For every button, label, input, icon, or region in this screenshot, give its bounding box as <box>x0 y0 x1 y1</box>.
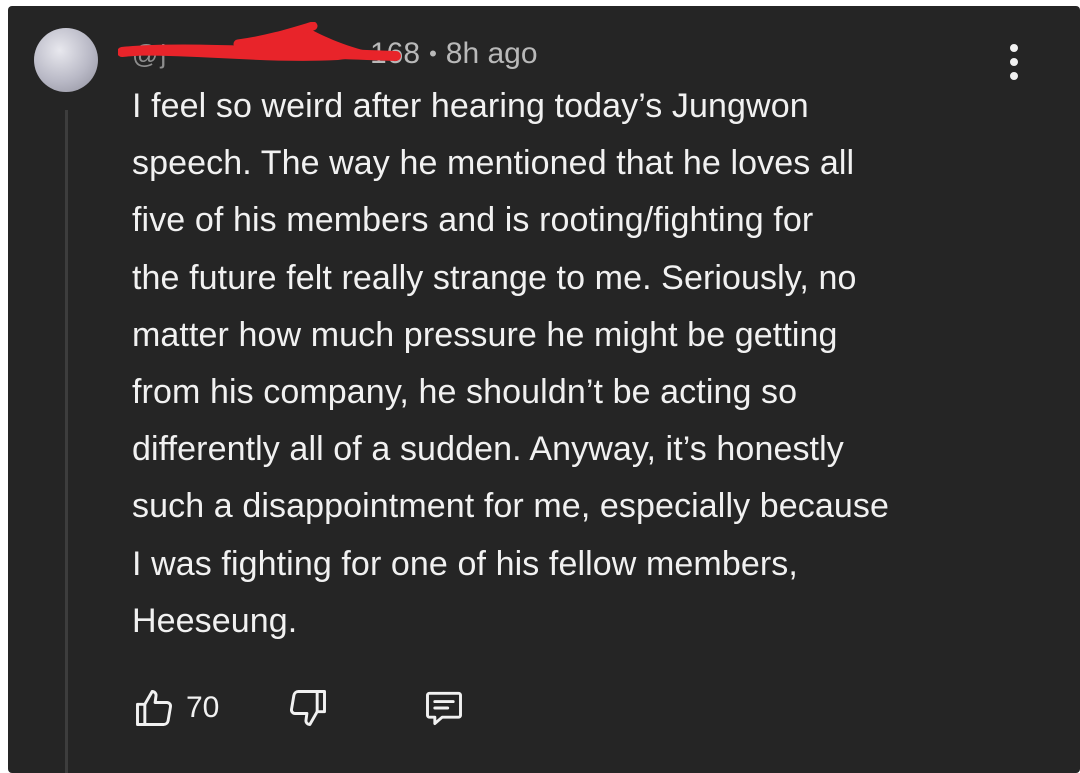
comment-line: from his company, he shouldn’t be acting… <box>132 373 798 412</box>
like-button[interactable]: 70 <box>132 686 219 730</box>
redaction-scribble <box>118 22 401 61</box>
avatar[interactable] <box>34 28 98 92</box>
comment-line: I feel so weird after hearing today’s Ju… <box>132 87 809 125</box>
more-vert-icon[interactable] <box>1006 44 1022 80</box>
comment-text: I feel so weird after hearing today’s Ju… <box>132 78 1032 650</box>
comment-line: speech. The way he mentioned that he lov… <box>132 144 855 183</box>
comment-line: Heeseung. <box>132 601 298 640</box>
meta-separator: • <box>429 41 437 66</box>
like-count: 70 <box>186 691 220 724</box>
comment-time: 8h ago <box>445 37 538 70</box>
thumb-up-icon <box>136 690 172 726</box>
comment-line: five of his members and is rooting/fight… <box>132 201 814 240</box>
thread-line <box>65 110 68 773</box>
comment-line: such a disappointment for me, especially… <box>132 487 889 526</box>
comment-line: the future felt really strange to me. Se… <box>132 258 857 297</box>
reply-button[interactable] <box>422 686 466 730</box>
thumb-down-icon <box>290 690 326 726</box>
dislike-button[interactable] <box>286 686 330 730</box>
comment-line: I was fighting for one of his fellow mem… <box>132 544 798 583</box>
reply-comment-icon <box>426 691 462 726</box>
comment-line: matter how much pressure he might be get… <box>132 315 838 354</box>
comment-line: differently all of a sudden. Anyway, it’… <box>132 430 844 469</box>
